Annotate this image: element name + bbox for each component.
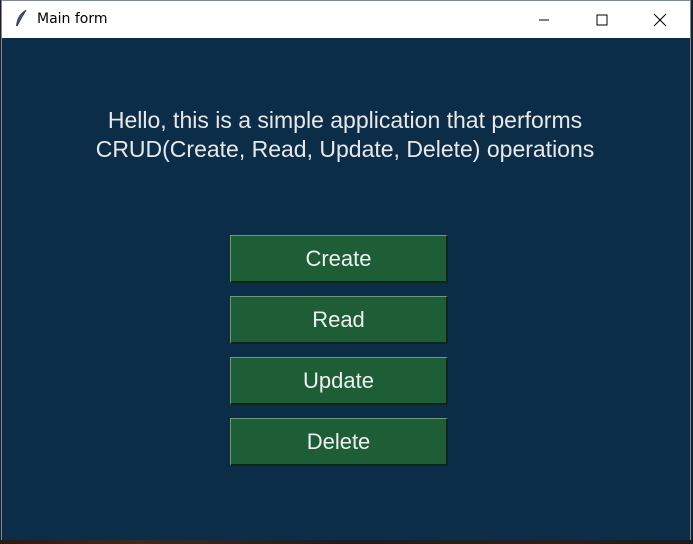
intro-line-2: CRUD(Create, Read, Update, Delete) opera…: [95, 136, 595, 162]
close-icon: [653, 13, 667, 26]
intro-text: Hello, this is a simple application that…: [2, 106, 688, 164]
feather-icon: [13, 9, 29, 29]
minimize-button[interactable]: [515, 1, 573, 38]
window-title: Main form: [37, 11, 108, 27]
maximize-icon: [596, 14, 608, 25]
close-button[interactable]: [631, 1, 689, 38]
read-button[interactable]: Read: [230, 296, 448, 344]
maximize-button[interactable]: [573, 1, 631, 38]
update-button[interactable]: Update: [230, 357, 448, 405]
create-button[interactable]: Create: [230, 235, 448, 283]
minimize-icon: [539, 19, 549, 20]
title-bar[interactable]: Main form: [2, 0, 690, 38]
main-window: Main form Hello, this is a simple applic…: [1, 0, 691, 540]
intro-line-1: Hello, this is a simple application that…: [107, 107, 583, 133]
desktop-background-strip: [0, 540, 693, 544]
main-content: Hello, this is a simple application that…: [2, 38, 690, 540]
delete-button[interactable]: Delete: [230, 418, 448, 466]
